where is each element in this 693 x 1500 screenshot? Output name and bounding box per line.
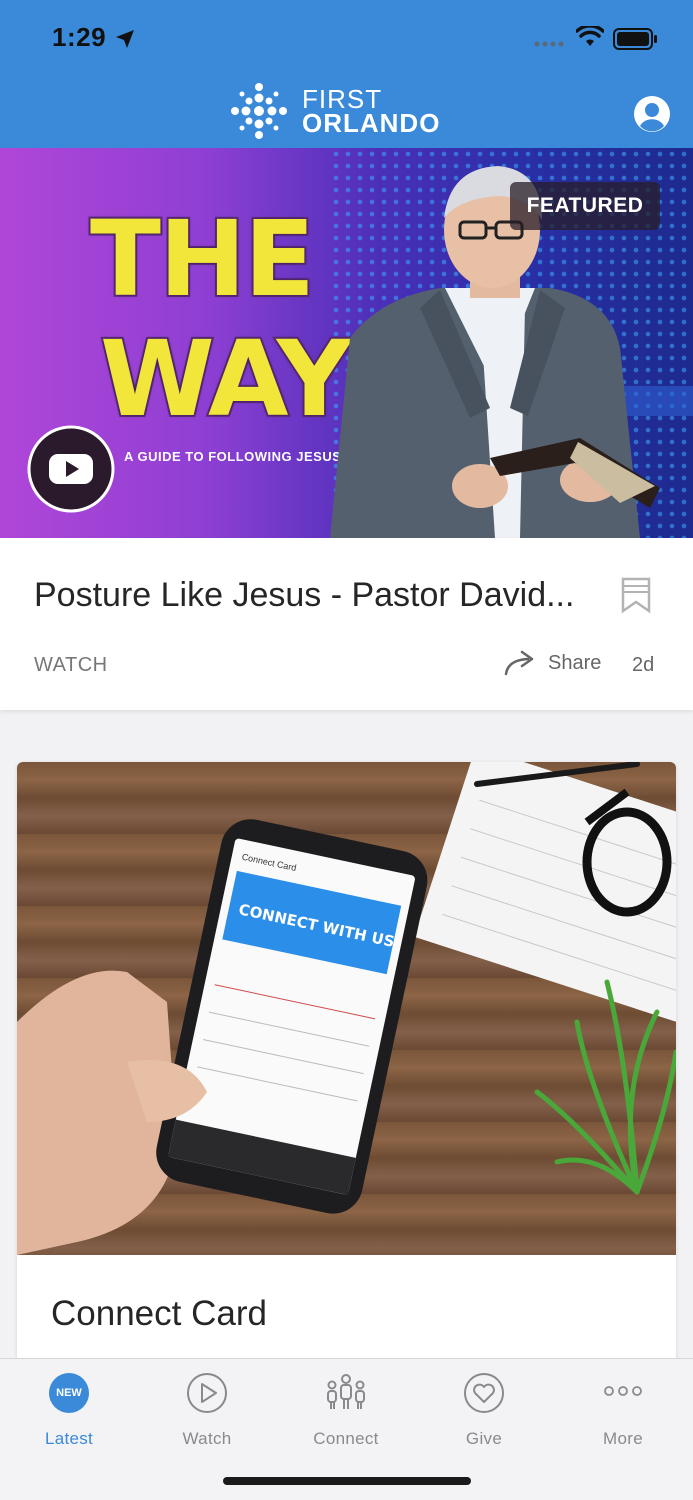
church-logo-icon (231, 83, 287, 139)
tab-more[interactable]: More (554, 1371, 692, 1449)
play-circle-icon (187, 1373, 227, 1413)
bookmark-icon[interactable] (620, 576, 652, 614)
new-badge-icon: NEW (49, 1373, 89, 1413)
tab-connect[interactable]: Connect (277, 1371, 415, 1449)
battery-icon (613, 28, 657, 50)
signal-dots-icon (534, 41, 564, 47)
hero-title-way: WAY (98, 316, 354, 442)
app-header: 1:29 FIRST ORLANDO (0, 0, 693, 148)
status-time: 1:29 (52, 22, 107, 52)
featured-title[interactable]: Posture Like Jesus - Pastor David... (34, 576, 584, 615)
connect-card[interactable]: Connect Card CONNECT WITH US Connect Car… (17, 762, 676, 1362)
more-dots-icon (604, 1386, 642, 1396)
video-play-icon[interactable] (26, 424, 116, 514)
phone-desk-illustration: Connect Card CONNECT WITH US (17, 762, 676, 1255)
connect-card-image: Connect Card CONNECT WITH US (17, 762, 676, 1255)
featured-hero-image[interactable]: THE WAY A GUIDE TO FOLLOWING JESUS FEATU… (0, 148, 693, 538)
tab-latest-label: Latest (44, 1429, 94, 1448)
tab-connect-label: Connect (313, 1429, 379, 1448)
share-label: Share (548, 651, 602, 674)
heart-circle-icon (464, 1373, 504, 1413)
hero-title-the: THE (88, 196, 317, 322)
tab-more-label: More (603, 1429, 643, 1448)
share-arrow-icon (504, 650, 534, 676)
hero-subtitle: A GUIDE TO FOLLOWING JESUS (124, 449, 342, 464)
profile-icon[interactable] (632, 94, 672, 134)
location-arrow-icon (116, 30, 134, 48)
content-category: WATCH (34, 654, 108, 676)
featured-badge: FEATURED (510, 182, 660, 230)
tab-watch[interactable]: Watch (138, 1371, 276, 1449)
share-button[interactable]: Share (504, 650, 601, 676)
wifi-icon (576, 26, 604, 46)
tab-watch-label: Watch (182, 1429, 232, 1448)
home-indicator[interactable] (223, 1477, 471, 1485)
tab-latest[interactable]: NEW Latest (0, 1371, 138, 1449)
brand-name-orlando: ORLANDO (302, 108, 441, 138)
tab-give[interactable]: Give (415, 1371, 553, 1449)
tab-give-label: Give (465, 1429, 503, 1448)
content-age: 2d (632, 654, 655, 676)
people-icon (327, 1374, 365, 1409)
connect-card-title[interactable]: Connect Card (51, 1294, 267, 1334)
featured-content-card[interactable]: Posture Like Jesus - Pastor David... WAT… (0, 538, 693, 710)
